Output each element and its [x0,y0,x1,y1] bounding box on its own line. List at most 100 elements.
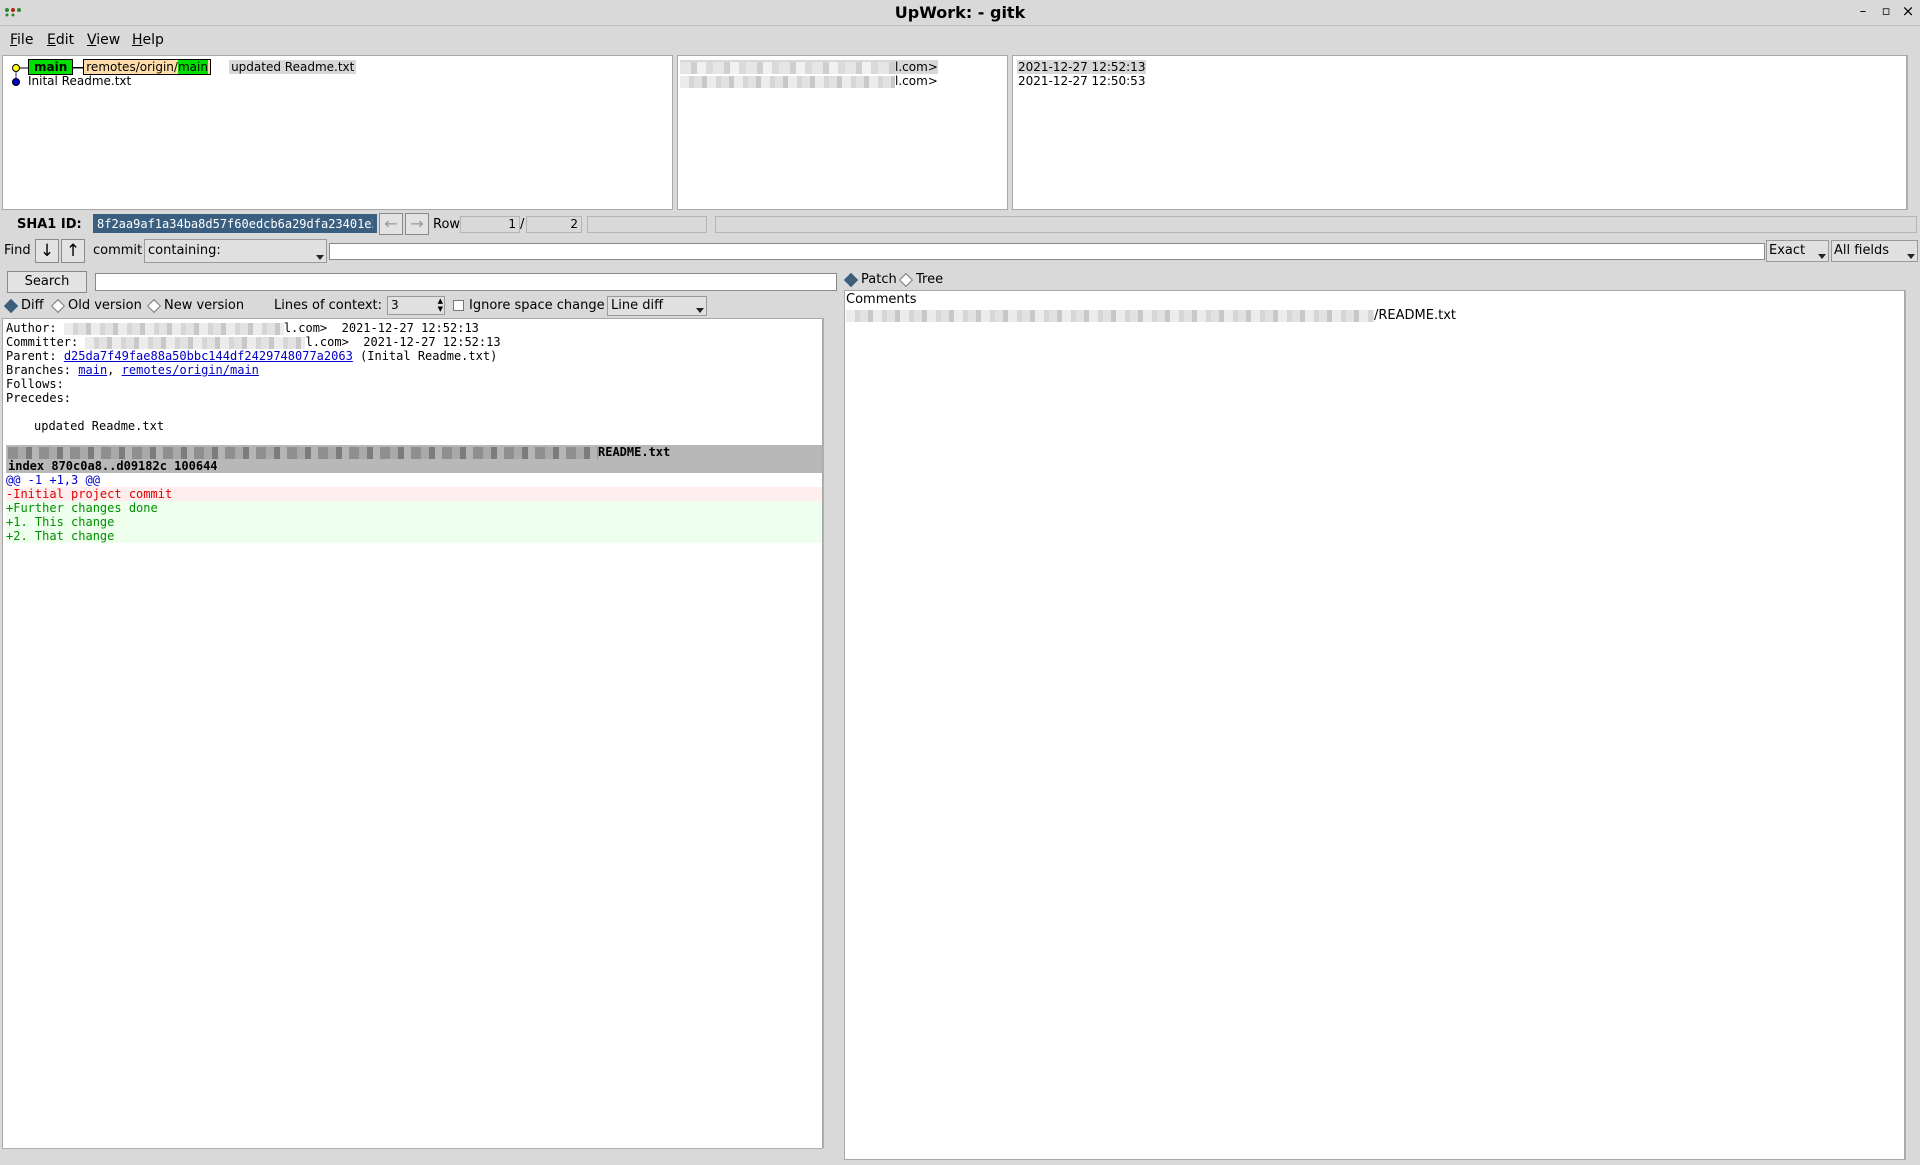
sha-label: SHA1 ID: [17,217,82,232]
branch-link-remote[interactable]: remotes/origin/main [122,363,259,377]
search-input[interactable] [95,273,837,291]
find-prev-button[interactable]: ↑ [61,239,85,263]
branch-tag-remote[interactable]: remotes/origin/main [83,59,211,75]
radio-icon [146,298,162,313]
radio-icon [898,272,914,287]
comments-entry[interactable]: Comments [846,292,916,308]
commit-subject[interactable]: updated Readme.txt [229,60,357,74]
branches-line: Branches: main, remotes/origin/main [6,363,259,377]
context-spinbox[interactable]: 3 ▲ ▼ [387,296,445,315]
precedes-line: Precedes: [6,391,72,405]
find-fields-dropdown[interactable]: All fields [1831,240,1918,262]
file-header: README.txt index 870c0a8..d09182c 100644 [6,445,822,473]
new-version-radio[interactable]: New version [146,298,244,313]
find-next-button[interactable]: ↓ [35,239,59,263]
commit-row-2[interactable]: Inital Readme.txt [28,74,131,88]
close-icon[interactable]: × [1900,2,1916,20]
menu-help[interactable]: Help [132,32,164,48]
added-line: +Further changes done [6,501,822,515]
find-mode-dropdown[interactable]: containing: [144,239,327,263]
date-row-2[interactable]: 2021-12-27 12:50:53 [1017,74,1146,88]
author-line: Author: l.com> 2021-12-27 12:52:13 [6,321,479,335]
sha-input[interactable] [93,214,377,233]
redacted-author [680,61,895,74]
row-separator: / [520,217,525,232]
patch-radio[interactable]: Patch [843,272,897,287]
find-input[interactable] [329,243,1765,260]
diff-radio[interactable]: Diff [3,298,44,313]
redacted-committer [85,336,306,349]
down-arrow-icon: ↓ [39,241,55,261]
menu-view[interactable]: View [87,32,120,48]
back-arrow-button[interactable]: ← [379,213,403,235]
file-list-scrollbar[interactable] [1905,290,1917,1160]
find-match-dropdown[interactable]: Exact [1766,240,1829,262]
old-version-radio[interactable]: Old version [50,298,142,313]
branch-tag-main[interactable]: main [28,59,74,75]
radio-selected-icon [3,298,19,313]
file-entry[interactable]: /README.txt [846,308,1456,324]
committer-line: Committer: l.com> 2021-12-27 12:52:13 [6,335,501,349]
status-field [715,216,1917,233]
diff-pane: Author: l.com> 2021-12-27 12:52:13 Commi… [2,318,823,1160]
commit-node-parent[interactable] [12,78,20,86]
radio-selected-icon [843,272,859,287]
checkbox-icon [453,300,464,311]
dropdown-arrow-icon [1907,254,1915,259]
commit-list-scrollbar[interactable] [1907,55,1918,210]
tree-radio[interactable]: Tree [898,272,943,287]
author-row-1[interactable]: l.com> [680,60,938,74]
commit-row-1[interactable]: main remotes/origin/main updated Readme.t… [28,59,357,75]
index-line: index 870c0a8..d09182c 100644 [8,459,218,473]
added-line: +1. This change [6,515,822,529]
removed-line: -Initial project commit [6,487,822,501]
parent-sha-link[interactable]: d25da7f49fae88a50bbc144df2429748077a2063 [64,349,353,363]
diff-horizontal-scrollbar[interactable] [2,1148,823,1160]
redacted-author [680,75,895,88]
hunk: @@ -1 +1,3 @@ -Initial project commit +F… [6,473,822,543]
radio-icon [50,298,66,313]
search-button[interactable]: Search [7,271,87,293]
window-title: UpWork: - gitk [894,3,1026,22]
date-row-1[interactable]: 2021-12-27 12:52:13 [1017,60,1147,74]
commit-author-pane: l.com> l.com> [677,55,1008,210]
added-line: +2. That change [6,529,822,543]
context-label: Lines of context: [274,298,383,313]
branch-link-main[interactable]: main [78,363,107,377]
dropdown-arrow-icon [316,255,324,260]
commit-date-pane: 2021-12-27 12:52:13 2021-12-27 12:50:53 [1012,55,1907,210]
author-row-2[interactable]: l.com> [680,74,938,88]
row-total: 2 [526,216,582,233]
line-diff-dropdown[interactable]: Line diff [607,296,707,316]
title-bar: UpWork: - gitk – ▫ × [0,0,1920,26]
maximize-icon[interactable]: ▫ [1878,4,1894,19]
diff-vertical-scrollbar[interactable] [823,318,834,1148]
menu-bar: File Edit View Help [0,28,1920,52]
menu-edit[interactable]: Edit [47,32,74,48]
dropdown-arrow-icon [1818,254,1826,259]
commit-list-pane: main remotes/origin/main updated Readme.t… [2,55,673,210]
dropdown-arrow-icon [696,308,704,313]
commit-subject[interactable]: Inital Readme.txt [28,74,131,88]
left-arrow-icon: ← [384,214,398,233]
commit-node-head[interactable] [12,64,20,72]
up-arrow-icon: ↑ [65,241,81,261]
redacted-path [846,309,1374,322]
commit-details: Author: l.com> 2021-12-27 12:52:13 Commi… [6,321,822,447]
forward-arrow-button[interactable]: → [405,213,429,235]
commit-message: updated Readme.txt [34,419,165,433]
follows-line: Follows: [6,377,64,391]
row-label: Row [433,217,461,232]
hunk-header: @@ -1 +1,3 @@ [6,473,100,487]
progress-bar [587,216,707,233]
minimize-icon[interactable]: – [1855,4,1871,19]
menu-file[interactable]: File [10,32,33,48]
redacted-author [63,322,284,335]
spin-arrows-icon[interactable]: ▲ ▼ [438,297,443,313]
file-header-line: README.txt [6,445,822,459]
find-type-label: commit [93,243,143,258]
parent-line: Parent: d25da7f49fae88a50bbc144df2429748… [6,349,498,363]
ignore-space-checkbox[interactable]: Ignore space change [453,298,605,313]
row-current: 1 [460,216,520,233]
find-label: Find [4,243,31,258]
